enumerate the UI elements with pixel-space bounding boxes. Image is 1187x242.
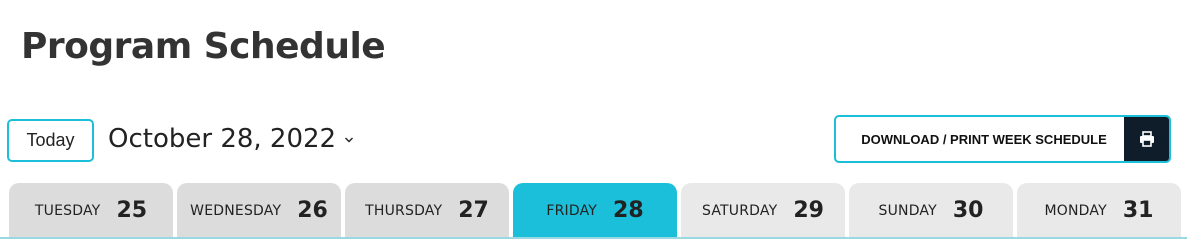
tab-date-number: 25 [116, 198, 148, 223]
tab-saturday[interactable]: SATURDAY 29 [681, 183, 845, 238]
tab-date-number: 30 [952, 198, 984, 223]
download-print-week-schedule-button[interactable]: DOWNLOAD / PRINT WEEK SCHEDULE [834, 115, 1171, 163]
today-button[interactable]: Today [7, 119, 94, 162]
tab-friday[interactable]: FRIDAY 28 [513, 183, 677, 238]
tab-wednesday[interactable]: WEDNESDAY 26 [177, 183, 341, 238]
page-title: Program Schedule [21, 26, 386, 67]
tab-day-label: SUNDAY [878, 202, 937, 219]
download-button-label: DOWNLOAD / PRINT WEEK SCHEDULE [861, 131, 1107, 147]
tab-tuesday[interactable]: TUESDAY 25 [9, 183, 173, 238]
date-picker[interactable]: October 28, 2022 [108, 120, 354, 158]
tab-day-label: TUESDAY [34, 202, 101, 219]
tab-day-label: THURSDAY [365, 202, 443, 219]
tab-date-number: 29 [793, 198, 824, 223]
printer-icon [1139, 131, 1154, 147]
tab-day-label: SATURDAY [702, 202, 778, 219]
tab-date-number: 26 [297, 198, 328, 223]
tab-date-number: 31 [1122, 198, 1154, 223]
tab-day-label: WEDNESDAY [190, 202, 282, 219]
tab-monday[interactable]: MONDAY 31 [1017, 183, 1181, 238]
tab-date-number: 28 [613, 198, 644, 223]
current-date: October 28, 2022 [108, 124, 337, 154]
tab-day-label: MONDAY [1044, 202, 1107, 219]
tab-sunday[interactable]: SUNDAY 30 [849, 183, 1013, 238]
tab-day-label: FRIDAY [546, 202, 598, 219]
tab-date-number: 27 [458, 198, 489, 223]
chevron-down-icon [345, 137, 354, 143]
tab-thursday[interactable]: THURSDAY 27 [345, 183, 509, 238]
day-tabs: TUESDAY 25 WEDNESDAY 26 THURSDAY 27 FRID… [9, 183, 1181, 238]
tab-underline [0, 237, 1187, 239]
printer-icon-box [1124, 117, 1169, 161]
